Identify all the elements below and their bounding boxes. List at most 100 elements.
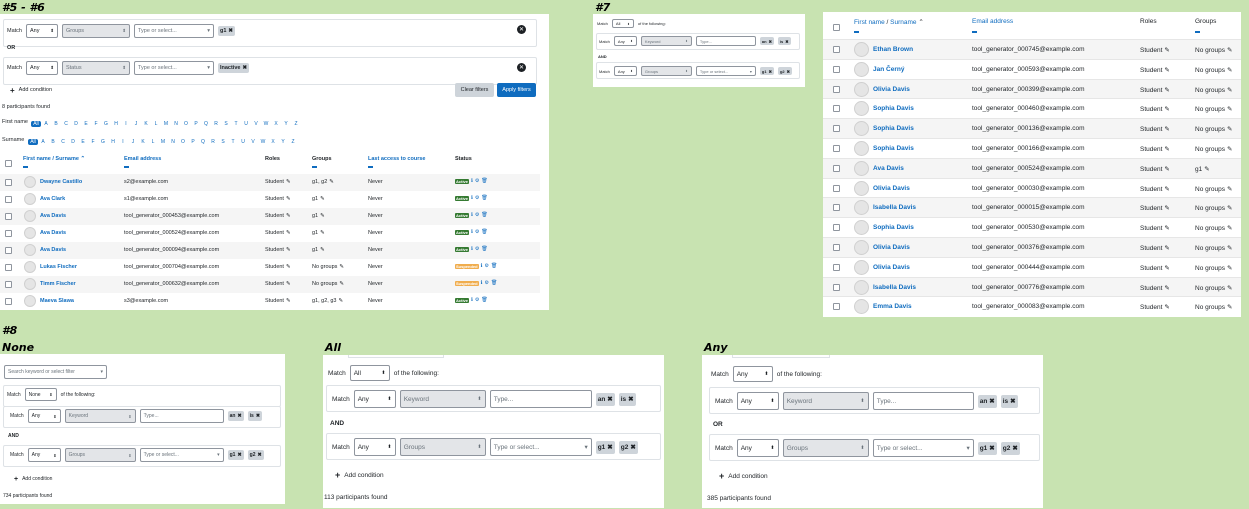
edit-pencil-icon[interactable]: ✎ — [1227, 47, 1232, 54]
remove-icon[interactable]: ✖ — [630, 443, 635, 451]
collapse-icon[interactable] — [368, 166, 373, 168]
edit-pencil-icon[interactable]: ✎ — [1164, 205, 1169, 212]
remove-icon[interactable]: ✖ — [228, 28, 233, 34]
field-select[interactable]: Groups ⬍ — [61, 24, 130, 38]
edit-pencil-icon[interactable]: ✎ — [1164, 304, 1169, 311]
match-any-select[interactable]: Any ⬍ — [736, 439, 779, 457]
row-checkbox[interactable] — [833, 145, 840, 152]
info-icon[interactable]: ℹ — [471, 178, 473, 184]
edit-pencil-icon[interactable]: ✎ — [320, 247, 325, 253]
initial-c[interactable]: C — [58, 139, 68, 145]
participant-name-link[interactable]: Sophia Davis — [873, 105, 914, 112]
trash-icon[interactable]: 🗑 — [481, 297, 487, 303]
initial-s[interactable]: S — [221, 121, 231, 127]
initial-b[interactable]: B — [48, 139, 58, 145]
initial-m[interactable]: M — [161, 121, 171, 127]
participant-name-link[interactable]: Jan Černý — [873, 66, 904, 73]
apply-filters-button[interactable]: Apply filters — [497, 83, 536, 97]
initial-e[interactable]: E — [81, 121, 91, 127]
collapse-icon[interactable] — [312, 166, 317, 168]
participant-name-link[interactable]: Lukas Fischer — [40, 264, 77, 270]
edit-pencil-icon[interactable]: ✎ — [286, 264, 291, 270]
initial-y[interactable]: Y — [281, 121, 291, 127]
initial-f[interactable]: F — [88, 139, 98, 145]
col-email-header[interactable]: Email address — [124, 156, 161, 162]
initial-w[interactable]: W — [258, 139, 268, 145]
remove-icon[interactable]: ✖ — [607, 443, 612, 451]
participant-name-link[interactable]: Olivia Davis — [873, 185, 910, 192]
participant-name-link[interactable]: Ethan Brown — [873, 46, 913, 53]
participant-name-link[interactable]: Olivia Davis — [873, 86, 910, 93]
initial-l[interactable]: L — [148, 139, 158, 145]
filter-tag-g1[interactable]: g1 ✖ — [977, 441, 997, 455]
collapse-icon[interactable] — [1195, 31, 1200, 33]
field-select[interactable]: Keyword ⬍ — [640, 36, 692, 46]
row-checkbox[interactable] — [833, 263, 840, 271]
row-checkbox[interactable] — [833, 244, 840, 251]
remove-icon[interactable]: ✖ — [607, 395, 612, 403]
initial-g[interactable]: G — [98, 139, 108, 145]
row-checkbox[interactable] — [5, 247, 12, 254]
edit-pencil-icon[interactable]: ✎ — [1227, 265, 1232, 272]
collapse-icon[interactable] — [23, 166, 28, 168]
trash-icon[interactable]: 🗑 — [481, 178, 487, 184]
remove-icon[interactable]: ✖ — [989, 397, 994, 405]
edit-pencil-icon[interactable]: ✎ — [1164, 67, 1169, 74]
initial-v[interactable]: V — [251, 121, 261, 127]
initial-s[interactable]: S — [218, 139, 228, 145]
collapse-icon[interactable] — [124, 166, 129, 168]
initial-x[interactable]: X — [271, 121, 281, 127]
filter-tag-is[interactable]: is ✖ — [777, 37, 791, 45]
row-checkbox[interactable] — [833, 303, 840, 311]
edit-pencil-icon[interactable]: ✎ — [1227, 304, 1232, 311]
field-select[interactable]: Groups ⬍ — [64, 448, 136, 462]
initial-k[interactable]: K — [138, 139, 148, 145]
participant-name-link[interactable]: Ava Davis — [40, 213, 66, 219]
filter-tag-g2[interactable]: g2 ✖ — [1000, 441, 1020, 455]
participant-name-link[interactable]: Ava Davis — [40, 230, 66, 236]
gear-icon[interactable]: ⚙ — [475, 229, 479, 235]
edit-pencil-icon[interactable]: ✎ — [1204, 166, 1209, 173]
remove-icon[interactable]: ✖ — [1010, 397, 1015, 405]
field-select[interactable]: Keyword ⬍ — [64, 409, 136, 423]
field-select[interactable]: Groups ⬍ — [640, 66, 692, 76]
filter-tag-an[interactable]: an ✖ — [977, 394, 997, 408]
participant-name-link[interactable]: Ava Davis — [40, 247, 66, 253]
initial-y[interactable]: Y — [278, 139, 288, 145]
row-checkbox[interactable] — [5, 264, 12, 271]
initial-l[interactable]: L — [151, 121, 161, 127]
gear-icon[interactable]: ⚙ — [475, 178, 479, 184]
participant-name-link[interactable]: Olivia Davis — [873, 244, 910, 251]
initial-all[interactable]: All — [28, 138, 38, 145]
edit-pencil-icon[interactable]: ✎ — [1164, 265, 1169, 272]
filter-tag-is[interactable]: is ✖ — [1000, 394, 1018, 408]
edit-pencil-icon[interactable]: ✎ — [1227, 87, 1232, 94]
row-checkbox[interactable] — [833, 46, 840, 53]
participant-name-link[interactable]: Maeva Slawa — [40, 298, 74, 304]
remove-icon[interactable]: ✖ — [989, 444, 994, 452]
field-select[interactable]: Groups ⬍ — [782, 439, 869, 457]
filter-tag-an[interactable]: an ✖ — [595, 392, 615, 406]
edit-pencil-icon[interactable]: ✎ — [1164, 225, 1169, 232]
filter-tag-an[interactable]: an ✖ — [759, 37, 774, 45]
remove-icon[interactable]: ✖ — [1012, 444, 1017, 452]
participant-name-link[interactable]: Ava Clark — [40, 196, 65, 202]
edit-pencil-icon[interactable]: ✎ — [286, 196, 291, 202]
add-condition-button[interactable]: + Add condition — [719, 470, 772, 482]
match-all-select[interactable]: All ⬍ — [611, 19, 634, 28]
value-select[interactable]: Type or select... ▾ — [133, 24, 214, 38]
row-checkbox[interactable] — [5, 298, 12, 305]
remove-icon[interactable]: ✖ — [237, 413, 241, 419]
search-filter-input[interactable]: Search keyword or select filter ▾ — [4, 365, 107, 379]
info-icon[interactable]: ℹ — [481, 263, 483, 269]
add-condition-button[interactable]: + Add condition — [10, 85, 56, 95]
participant-name-link[interactable]: Sophia Davis — [873, 125, 914, 132]
edit-pencil-icon[interactable]: ✎ — [1164, 126, 1169, 133]
edit-pencil-icon[interactable]: ✎ — [1227, 126, 1232, 133]
initial-h[interactable]: H — [108, 139, 118, 145]
row-checkbox[interactable] — [5, 179, 12, 186]
initial-j[interactable]: J — [131, 121, 141, 127]
initial-c[interactable]: C — [61, 121, 71, 127]
remove-icon[interactable]: ✖ — [787, 69, 790, 74]
initial-u[interactable]: U — [238, 139, 248, 145]
